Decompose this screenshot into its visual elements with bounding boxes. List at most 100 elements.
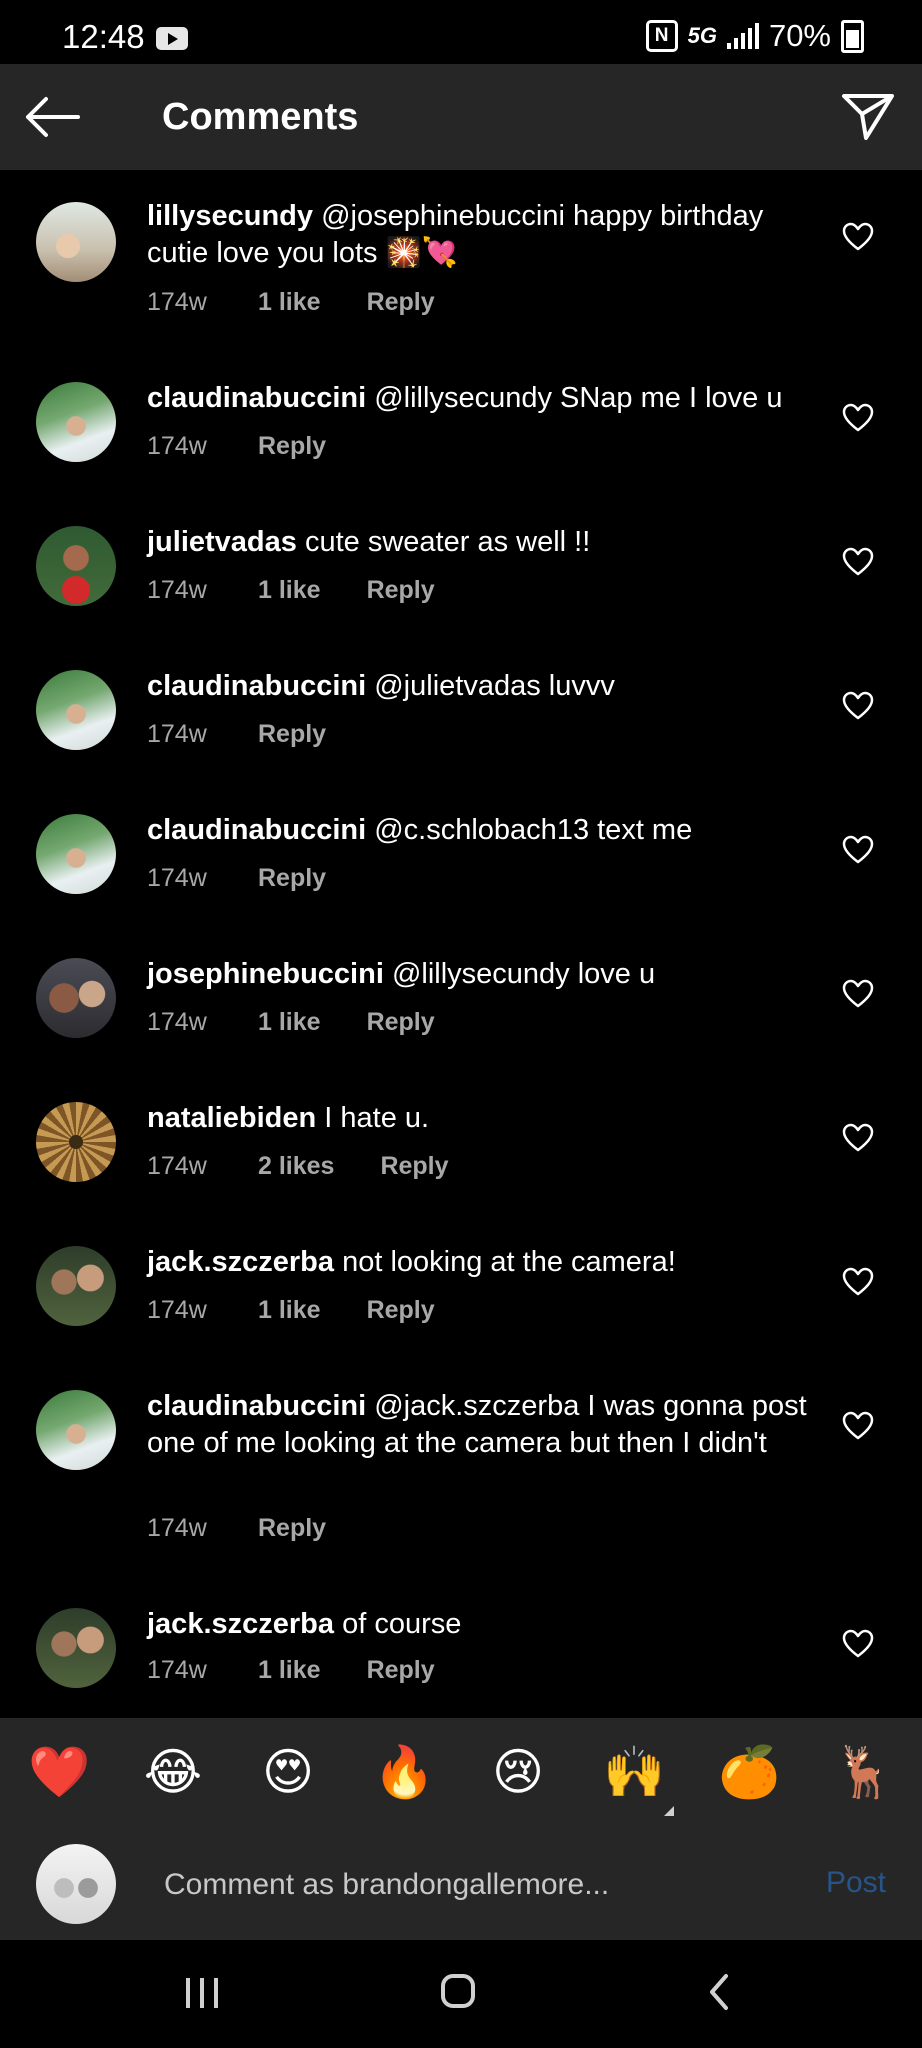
emoji-heart[interactable]: ❤️: [28, 1742, 90, 1802]
like-heart-icon[interactable]: [842, 1411, 874, 1441]
avatar[interactable]: [36, 814, 116, 894]
comment-meta: 174w 1 like Reply: [147, 288, 435, 317]
comment-time: 174w: [147, 1296, 207, 1324]
reply-button[interactable]: Reply: [380, 1152, 448, 1181]
status-time: 12:48: [62, 18, 145, 55]
post-button[interactable]: Post: [826, 1866, 886, 1900]
comment-text: claudinabuccini @julietvadas luvvv: [147, 668, 817, 705]
comment-text: claudinabuccini @lillysecundy SNap me I …: [147, 380, 817, 417]
comment-username[interactable]: claudinabuccini: [147, 1390, 366, 1422]
emoji-raised-hands[interactable]: 🙌: [603, 1742, 665, 1802]
like-heart-icon[interactable]: [842, 1267, 874, 1297]
reply-button[interactable]: Reply: [367, 1656, 435, 1685]
comment-username[interactable]: jack.szczerba: [147, 1608, 334, 1640]
comment-time: 174w: [147, 1514, 207, 1542]
comment-username[interactable]: julietvadas: [147, 526, 297, 558]
avatar[interactable]: [36, 382, 116, 462]
emoji-fire[interactable]: 🔥: [373, 1742, 435, 1802]
avatar[interactable]: [36, 526, 116, 606]
comment-text: nataliebiden I hate u.: [147, 1100, 817, 1137]
avatar[interactable]: [36, 202, 116, 282]
reply-button[interactable]: Reply: [367, 576, 435, 605]
like-heart-icon[interactable]: [842, 1123, 874, 1153]
comment-text: claudinabuccini @jack.szczerba I was gon…: [147, 1388, 817, 1462]
comments-list: lillysecundy @josephinebuccini happy bir…: [0, 170, 922, 1718]
like-heart-icon[interactable]: [842, 222, 874, 252]
comment-likes[interactable]: 1 like: [258, 576, 321, 605]
status-bar: 12:48 N 5G 70%: [0, 0, 922, 64]
emoji-orange[interactable]: 🍊: [718, 1742, 780, 1802]
avatar[interactable]: [36, 1390, 116, 1470]
avatar[interactable]: [36, 670, 116, 750]
comment-username[interactable]: claudinabuccini: [147, 382, 366, 414]
avatar[interactable]: [36, 958, 116, 1038]
comment-likes[interactable]: 1 like: [258, 1656, 321, 1685]
comment-username[interactable]: jack.szczerba: [147, 1246, 334, 1278]
comment-meta: 174w Reply: [147, 1514, 326, 1543]
comment-meta: 174w 1 like Reply: [147, 1656, 435, 1685]
emoji-heart-eyes[interactable]: 😍: [258, 1742, 318, 1802]
comment-meta: 174w Reply: [147, 720, 326, 749]
like-heart-icon[interactable]: [842, 1629, 874, 1659]
comment-username[interactable]: nataliebiden: [147, 1102, 316, 1134]
comment-likes[interactable]: 1 like: [258, 1296, 321, 1325]
comment-body: @lillysecundy love u: [391, 958, 656, 990]
share-button[interactable]: [840, 88, 896, 144]
back-button[interactable]: [22, 92, 82, 142]
reply-button[interactable]: Reply: [258, 1514, 326, 1543]
comment-username[interactable]: claudinabuccini: [147, 814, 366, 846]
header: Comments: [0, 64, 922, 170]
comment-composer: Post: [0, 1828, 922, 1940]
comment-username[interactable]: josephinebuccini: [147, 958, 384, 990]
battery-percent: 70%: [768, 18, 831, 53]
comment-body: of course: [342, 1608, 462, 1640]
battery-icon: [841, 19, 864, 53]
comment-meta: 174w Reply: [147, 864, 326, 893]
comment-input[interactable]: [162, 1856, 766, 1914]
comment-time: 174w: [147, 432, 207, 460]
emoji-deer[interactable]: 🦌: [833, 1742, 895, 1802]
like-heart-icon[interactable]: [842, 835, 874, 865]
comment-text: jack.szczerba of course: [147, 1606, 817, 1643]
comment-meta: 174w 1 like Reply: [147, 1008, 435, 1037]
comment-time: 174w: [147, 864, 207, 892]
youtube-notification-icon: [156, 27, 188, 50]
nav-back-icon[interactable]: [704, 1972, 734, 2012]
comment-text: lillysecundy @josephinebuccini happy bir…: [147, 198, 817, 272]
comment-body: @lillysecundy SNap me I love u: [374, 382, 783, 414]
reply-button[interactable]: Reply: [367, 1008, 435, 1037]
comment-body: I hate u.: [324, 1102, 430, 1134]
comment-likes[interactable]: 2 likes: [258, 1152, 334, 1181]
comment-text: josephinebuccini @lillysecundy love u: [147, 956, 817, 993]
comment-text: julietvadas cute sweater as well !!: [147, 524, 817, 561]
comment-body: @julietvadas luvvv: [374, 670, 615, 702]
comment-likes[interactable]: 1 like: [258, 288, 321, 317]
home-button[interactable]: [441, 1974, 475, 2008]
reply-button[interactable]: Reply: [258, 720, 326, 749]
paper-plane-icon: [842, 94, 894, 140]
like-heart-icon[interactable]: [842, 403, 874, 433]
reply-button[interactable]: Reply: [367, 288, 435, 317]
skin-tone-indicator-icon: [664, 1806, 674, 1816]
reply-button[interactable]: Reply: [258, 432, 326, 461]
like-heart-icon[interactable]: [842, 547, 874, 577]
comment-username[interactable]: lillysecundy: [147, 200, 313, 232]
emoji-crying[interactable]: 😢: [488, 1742, 548, 1802]
avatar[interactable]: [36, 1246, 116, 1326]
like-heart-icon[interactable]: [842, 691, 874, 721]
recent-apps-button[interactable]: [186, 1978, 218, 2008]
comment-likes[interactable]: 1 like: [258, 1008, 321, 1037]
signal-icon: [726, 23, 759, 49]
avatar[interactable]: [36, 1102, 116, 1182]
comment-meta: 174w Reply: [147, 432, 326, 461]
emoji-bar: ❤️ 😂 😍 🔥 😢 🙌 🍊 🦌: [0, 1718, 922, 1828]
reply-button[interactable]: Reply: [258, 864, 326, 893]
page-title: Comments: [162, 96, 359, 138]
like-heart-icon[interactable]: [842, 979, 874, 1009]
comment-username[interactable]: claudinabuccini: [147, 670, 366, 702]
avatar[interactable]: [36, 1608, 116, 1688]
comment-meta: 174w 1 like Reply: [147, 1296, 435, 1325]
emoji-laughing[interactable]: 😂: [143, 1742, 203, 1802]
status-indicators: N 5G 70%: [645, 18, 864, 54]
reply-button[interactable]: Reply: [367, 1296, 435, 1325]
